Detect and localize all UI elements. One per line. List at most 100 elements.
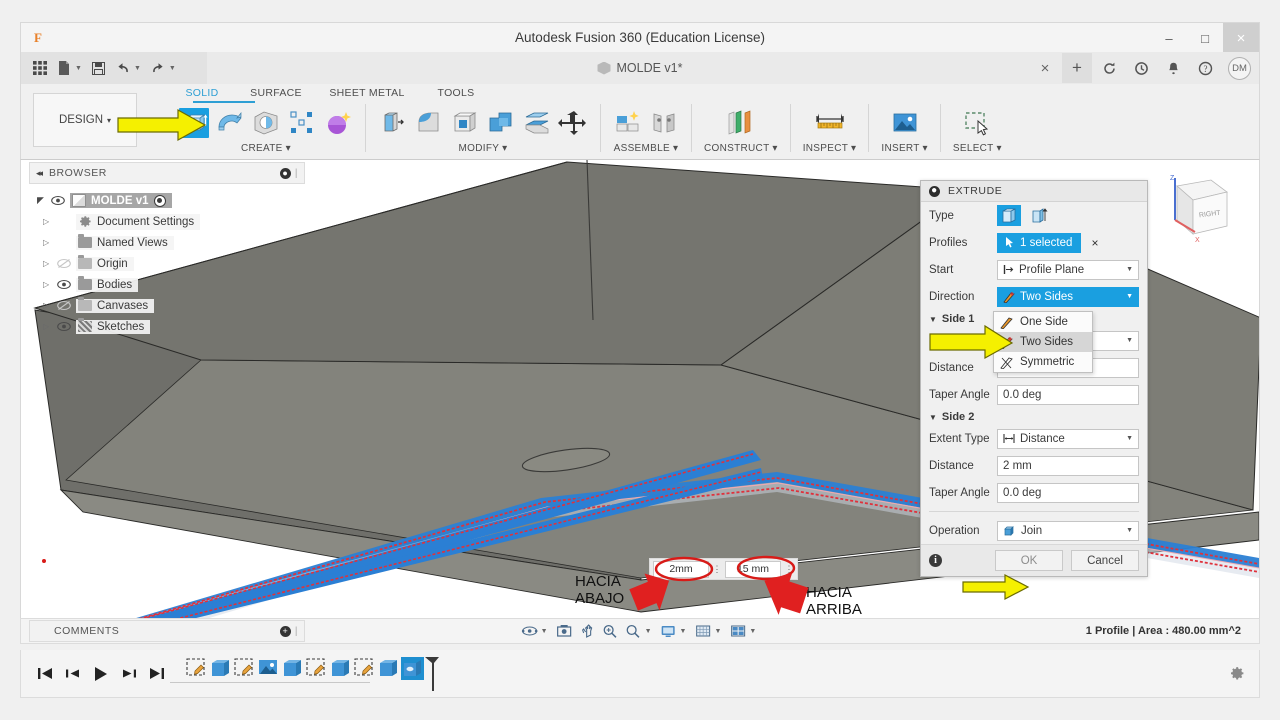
select-window-icon[interactable] — [962, 108, 992, 138]
ok-button[interactable]: OK — [995, 550, 1063, 571]
insert-image-icon[interactable] — [890, 108, 920, 138]
step-forward-icon[interactable] — [121, 666, 137, 681]
timeline-item-sketch[interactable] — [185, 657, 208, 680]
comments-panel[interactable]: COMMENTS + | — [29, 620, 305, 642]
chevron-down-icon[interactable]: ▼ — [1126, 337, 1133, 344]
activate-component-radio[interactable] — [153, 194, 166, 207]
tree-item-sketches[interactable]: ▷ Sketches — [29, 316, 305, 337]
group-inspect-label[interactable]: INSPECT ▾ — [803, 143, 857, 154]
save-icon[interactable] — [88, 55, 110, 81]
direction-option-symmetric[interactable]: Symmetric — [994, 352, 1092, 372]
timeline-item-extrude[interactable] — [329, 657, 352, 680]
redo-icon[interactable] — [147, 55, 169, 81]
viewcube[interactable]: RIGHT Z X — [1149, 168, 1237, 248]
step-back-icon[interactable] — [65, 666, 81, 681]
file-caret-icon[interactable]: ▼ — [75, 65, 82, 72]
offset-plane-icon[interactable] — [723, 108, 759, 138]
go-to-end-icon[interactable] — [149, 666, 165, 681]
orbit-icon[interactable] — [520, 622, 540, 640]
move-copy-icon[interactable] — [558, 108, 588, 138]
fillet-icon[interactable] — [414, 108, 444, 138]
timeline-item-extrude[interactable] — [377, 657, 400, 680]
tab-tools[interactable]: TOOLS — [415, 87, 497, 99]
side2-taper-input[interactable]: 0.0 deg — [997, 482, 1139, 503]
grid-snap-icon[interactable] — [693, 622, 713, 640]
bell-icon[interactable] — [1158, 53, 1188, 83]
group-select-label[interactable]: SELECT ▾ — [953, 143, 1002, 154]
timeline-item-sketch[interactable] — [353, 657, 376, 680]
chevron-down-icon[interactable]: ▼ — [1126, 435, 1133, 442]
go-to-beginning-icon[interactable] — [37, 666, 53, 681]
manipulator-distance-up[interactable]: 15 mm — [725, 560, 781, 578]
tab-surface[interactable]: SURFACE — [233, 87, 319, 99]
group-insert-label[interactable]: INSERT ▾ — [881, 143, 928, 154]
timeline-marker-current[interactable] — [401, 656, 424, 680]
tree-item-canvases[interactable]: ▷ Canvases — [29, 295, 305, 316]
chevron-down-icon[interactable]: ▼ — [1126, 527, 1133, 534]
profile-extrude-icon[interactable] — [997, 205, 1021, 226]
tree-item-bodies[interactable]: ▷ Bodies — [29, 274, 305, 295]
expand-triangle-icon[interactable]: ▷ — [43, 217, 52, 226]
timeline-playhead[interactable] — [425, 656, 441, 691]
timeline-item-canvas[interactable] — [257, 657, 280, 680]
expand-triangle-icon[interactable]: ▷ — [43, 301, 52, 310]
new-tab-button[interactable]: + — [1062, 53, 1092, 83]
group-construct-label[interactable]: CONSTRUCT ▾ — [704, 143, 778, 154]
collapse-triangle-icon[interactable]: ▼ — [929, 413, 937, 422]
close-button[interactable]: × — [1223, 23, 1259, 53]
timeline-settings-gear-icon[interactable] — [1229, 666, 1245, 682]
collapse-icon[interactable]: ◂◂ — [36, 168, 43, 179]
timeline-item-extrude[interactable] — [281, 657, 304, 680]
side2-distance-input[interactable]: 2 mm — [997, 455, 1139, 476]
pan-icon[interactable] — [578, 622, 598, 640]
visibility-eye-off-icon[interactable] — [57, 300, 71, 312]
visibility-eye-off-icon[interactable] — [57, 258, 71, 270]
orbit-caret-icon[interactable]: ▼ — [541, 628, 548, 635]
group-modify-label[interactable]: MODIFY ▾ — [459, 143, 508, 154]
info-icon[interactable]: i — [929, 554, 942, 567]
shell-icon[interactable] — [450, 108, 480, 138]
dialog-collapse-icon[interactable]: ● — [929, 185, 940, 197]
expand-triangle-icon[interactable]: ▷ — [43, 322, 52, 331]
visibility-eye-icon[interactable] — [57, 279, 71, 291]
form-icon[interactable] — [323, 108, 353, 138]
expand-triangle-icon[interactable]: ◤ — [37, 195, 46, 206]
zoom-window-icon[interactable] — [624, 622, 644, 640]
direction-option-two-sides[interactable]: Two Sides — [994, 332, 1092, 352]
tab-close-icon[interactable]: × — [1030, 53, 1060, 83]
tree-item-origin[interactable]: ▷ Origin — [29, 253, 305, 274]
redo-caret-icon[interactable]: ▼ — [169, 65, 176, 72]
zoom-caret-icon[interactable]: ▼ — [645, 628, 652, 635]
avatar[interactable]: DM — [1228, 56, 1251, 80]
look-at-icon[interactable] — [555, 622, 575, 640]
side2-extent-dropdown[interactable]: Distance ▼ — [997, 428, 1139, 449]
tree-item-document-settings[interactable]: ▷ Document Settings — [29, 211, 305, 232]
extrude-icon[interactable] — [179, 108, 209, 138]
operation-dropdown[interactable]: Join ▼ — [997, 520, 1139, 541]
minimize-button[interactable]: – — [1151, 23, 1187, 53]
manipulator-options-down-icon[interactable]: ⋮ — [712, 564, 722, 573]
direction-option-one-side[interactable]: One Side — [994, 312, 1092, 332]
combine-icon[interactable] — [486, 108, 516, 138]
grid-icon[interactable] — [29, 55, 51, 81]
visibility-eye-icon[interactable] — [51, 195, 65, 207]
visibility-eye-icon[interactable] — [57, 321, 71, 333]
zoom-icon[interactable] — [601, 622, 621, 640]
profiles-selection-button[interactable]: 1 selected — [997, 232, 1082, 253]
display-settings-icon[interactable] — [659, 622, 679, 640]
group-create-label[interactable]: CREATE ▾ — [241, 143, 291, 154]
timeline-item-extrude[interactable] — [209, 657, 232, 680]
start-dropdown[interactable]: Profile Plane ▼ — [997, 259, 1139, 280]
side1-taper-input[interactable]: 0.0 deg — [997, 384, 1139, 405]
expand-triangle-icon[interactable]: ▷ — [43, 280, 52, 289]
new-component-icon[interactable] — [613, 108, 643, 138]
group-assemble-label[interactable]: ASSEMBLE ▾ — [614, 143, 679, 154]
grid-caret-icon[interactable]: ▼ — [714, 628, 721, 635]
tree-item-named-views[interactable]: ▷ Named Views — [29, 232, 305, 253]
play-icon[interactable] — [93, 666, 109, 682]
manipulator-distance-down[interactable]: 2mm — [653, 560, 709, 578]
expand-triangle-icon[interactable]: ▷ — [43, 259, 52, 268]
side2-section-header[interactable]: ▼ Side 2 — [921, 408, 1147, 425]
browser-settings-icon[interactable]: ● — [279, 167, 291, 179]
maximize-button[interactable]: □ — [1187, 23, 1223, 53]
